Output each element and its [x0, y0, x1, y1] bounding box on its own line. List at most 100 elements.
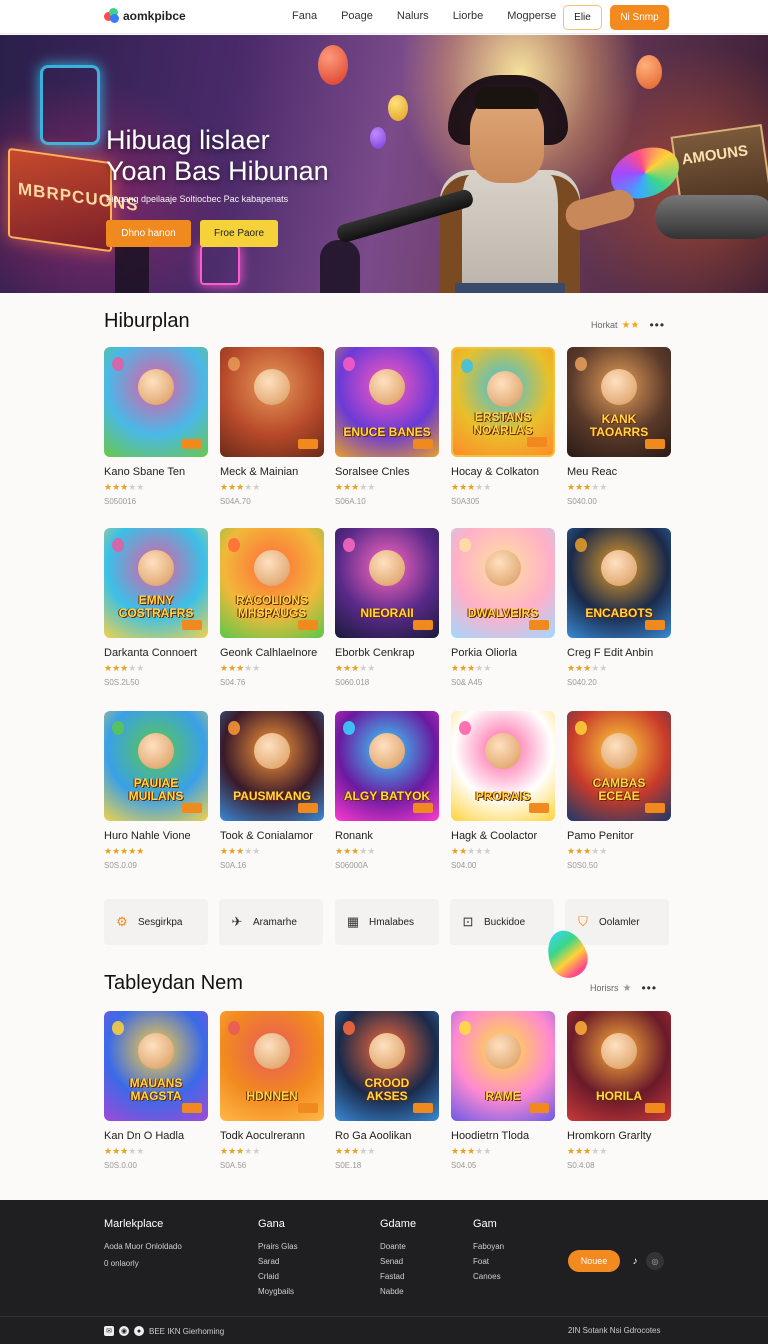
game-thumbnail[interactable]: ENUCE BANES: [335, 347, 439, 457]
game-title[interactable]: Hromkorn Grarlty: [567, 1130, 671, 1142]
game-thumbnail[interactable]: CROOD AKSES: [335, 1011, 439, 1121]
hero-primary-button[interactable]: Dhno hanon: [106, 220, 191, 247]
game-thumbnail[interactable]: EMNY COSTRAFRS: [104, 528, 208, 638]
nav-link[interactable]: Mogperse: [507, 10, 556, 22]
footer-link[interactable]: Doante: [380, 1242, 416, 1251]
game-card[interactable]: MAUANS MAGSTA Kan Dn O Hadla ★★★★★ S0S.0.00: [104, 1011, 208, 1170]
game-thumbnail[interactable]: [104, 347, 208, 457]
character-graphic: [485, 550, 521, 586]
game-title[interactable]: Hoodietrn Tloda: [451, 1130, 555, 1142]
footer-link[interactable]: Sarad: [258, 1257, 298, 1266]
chat-icon[interactable]: ●: [134, 1326, 144, 1336]
login-button[interactable]: Elie: [563, 5, 602, 30]
game-card[interactable]: NIEORAII Eborbk Cenkrap ★★★★★ S060.018: [335, 528, 439, 687]
game-thumbnail[interactable]: KANK TAOARRS: [567, 347, 671, 457]
music-icon[interactable]: ♪: [626, 1252, 644, 1270]
game-title[interactable]: Creg F Edit Anbin: [567, 647, 671, 659]
game-thumbnail[interactable]: PAUSMKANG: [220, 711, 324, 821]
game-title[interactable]: Eborbk Cenkrap: [335, 647, 439, 659]
game-card[interactable]: ENUCE BANES Soralsee Cnles ★★★★★ S06A.10: [335, 347, 439, 506]
game-thumbnail[interactable]: [220, 347, 324, 457]
nav-link[interactable]: Nalurs: [397, 10, 429, 22]
game-thumbnail[interactable]: ENCABOTS: [567, 528, 671, 638]
game-thumbnail[interactable]: RAME: [451, 1011, 555, 1121]
section-sort[interactable]: Horkat ★★ •••: [591, 318, 665, 332]
game-title[interactable]: Hagk & Coolactor: [451, 830, 555, 842]
game-thumbnail[interactable]: PRORAIS: [451, 711, 555, 821]
nav-link[interactable]: Fana: [292, 10, 317, 22]
footer-link[interactable]: Faboyan: [473, 1242, 504, 1251]
footer-link[interactable]: Foat: [473, 1257, 504, 1266]
game-title[interactable]: Soralsee Cnles: [335, 466, 439, 478]
game-card[interactable]: DWALVEIRS Porkia Oliorla ★★★★★ S0& A45: [451, 528, 555, 687]
game-thumbnail[interactable]: ERSTANS NOARLAS: [451, 347, 555, 457]
section-sort[interactable]: Horisrs ★ •••: [590, 981, 657, 995]
mail-icon[interactable]: ✉: [104, 1326, 114, 1336]
more-icon[interactable]: •••: [649, 318, 665, 332]
game-card[interactable]: KANK TAOARRS Meu Reac ★★★★★ S040.00: [567, 347, 671, 506]
footer-legal[interactable]: 2IN Sotank Nsi Gdrocotes: [568, 1326, 660, 1335]
signup-button[interactable]: Ni Snmp: [610, 5, 669, 30]
game-title[interactable]: Meu Reac: [567, 466, 671, 478]
category-chip[interactable]: ✈ Aramarhe: [219, 899, 323, 945]
game-title[interactable]: Huro Nahle Vione: [104, 830, 208, 842]
footer-link[interactable]: Fastad: [380, 1272, 416, 1281]
footer-link[interactable]: Senad: [380, 1257, 416, 1266]
category-chip[interactable]: ⊡ Buckidoe: [450, 899, 554, 945]
category-chip[interactable]: ⚙ Sesgirkpa: [104, 899, 208, 945]
globe-icon[interactable]: ◉: [119, 1326, 129, 1336]
game-card[interactable]: PAUSMKANG Took & Conialamor ★★★★★ S0A.16: [220, 711, 324, 870]
game-card[interactable]: PRORAIS Hagk & Coolactor ★★★★★ S04.00: [451, 711, 555, 870]
game-thumbnail[interactable]: HDNNEN: [220, 1011, 324, 1121]
game-title[interactable]: Kan Dn O Hadla: [104, 1130, 208, 1142]
game-thumbnail[interactable]: MAUANS MAGSTA: [104, 1011, 208, 1121]
game-card[interactable]: CAMBAS ECEAE Pamo Penitor ★★★★★ S0S0.50: [567, 711, 671, 870]
footer-link[interactable]: 0 onlaorly: [104, 1259, 182, 1268]
game-card[interactable]: Kano Sbane Ten ★★★★★ S050016: [104, 347, 208, 506]
game-card[interactable]: ENCABOTS Creg F Edit Anbin ★★★★★ S040.20: [567, 528, 671, 687]
nav-link[interactable]: Liorbe: [453, 10, 484, 22]
game-card[interactable]: PAUIAE MUILANS Huro Nahle Vione ★★★★★ S0S.0…: [104, 711, 208, 870]
game-card[interactable]: HORILA Hromkorn Grarlty ★★★★★ S0.4.08: [567, 1011, 671, 1170]
footer-link[interactable]: Prairs Glas: [258, 1242, 298, 1251]
nav-link[interactable]: Poage: [341, 10, 373, 22]
game-title[interactable]: Ro Ga Aoolikan: [335, 1130, 439, 1142]
footer-link[interactable]: Crlaid: [258, 1272, 298, 1281]
game-card[interactable]: HDNNEN Todk Aoculrerann ★★★★★ S0A.56: [220, 1011, 324, 1170]
game-title[interactable]: Darkanta Connoert: [104, 647, 208, 659]
footer-link[interactable]: Aoda Muor Onloldado: [104, 1242, 182, 1251]
game-card[interactable]: ERSTANS NOARLAS Hocay & Colkaton ★★★★★ S0A3…: [451, 347, 555, 506]
footer-link[interactable]: Canoes: [473, 1272, 504, 1281]
game-title[interactable]: Todk Aoculrerann: [220, 1130, 324, 1142]
game-card[interactable]: CROOD AKSES Ro Ga Aoolikan ★★★★★ S0E.18: [335, 1011, 439, 1170]
game-title[interactable]: Ronank: [335, 830, 439, 842]
game-card[interactable]: RAME Hoodietrn Tloda ★★★★★ S04.05: [451, 1011, 555, 1170]
game-title[interactable]: Porkia Oliorla: [451, 647, 555, 659]
more-icon[interactable]: •••: [641, 981, 657, 995]
game-thumbnail[interactable]: HORILA: [567, 1011, 671, 1121]
game-thumbnail[interactable]: RACOLIONS MHSPAUGS: [220, 528, 324, 638]
footer-link[interactable]: Nabde: [380, 1287, 416, 1296]
game-thumbnail[interactable]: ALGY BATYOK: [335, 711, 439, 821]
game-thumbnail[interactable]: DWALVEIRS: [451, 528, 555, 638]
game-card[interactable]: Meck & Mainian ★★★★★ S04A.70: [220, 347, 324, 506]
hero-secondary-button[interactable]: Froe Paore: [200, 220, 278, 247]
game-thumbnail[interactable]: NIEORAII: [335, 528, 439, 638]
settings-icon[interactable]: ◎: [646, 1252, 664, 1270]
game-card[interactable]: ALGY BATYOK Ronank ★★★★★ S06000A: [335, 711, 439, 870]
game-title[interactable]: Kano Sbane Ten: [104, 466, 208, 478]
game-title[interactable]: Meck & Mainian: [220, 466, 324, 478]
footer-link[interactable]: Moygbails: [258, 1287, 298, 1296]
footer-cta-button[interactable]: Nouee: [568, 1250, 620, 1272]
game-thumbnail[interactable]: CAMBAS ECEAE: [567, 711, 671, 821]
category-chip[interactable]: ▦ Hmalabes: [335, 899, 439, 945]
logo[interactable]: aomkpibce: [104, 8, 186, 24]
game-title[interactable]: Took & Conialamor: [220, 830, 324, 842]
game-title[interactable]: Pamo Penitor: [567, 830, 671, 842]
game-title[interactable]: Hocay & Colkaton: [451, 466, 555, 478]
game-thumbnail[interactable]: PAUIAE MUILANS: [104, 711, 208, 821]
game-card[interactable]: EMNY COSTRAFRS Darkanta Connoert ★★★★★ S0S.…: [104, 528, 208, 687]
game-card[interactable]: RACOLIONS MHSPAUGS Geonk Calhlaelnore ★★★★…: [220, 528, 324, 687]
game-title[interactable]: Geonk Calhlaelnore: [220, 647, 324, 659]
category-chip[interactable]: ⛉ Oolamler: [565, 899, 669, 945]
